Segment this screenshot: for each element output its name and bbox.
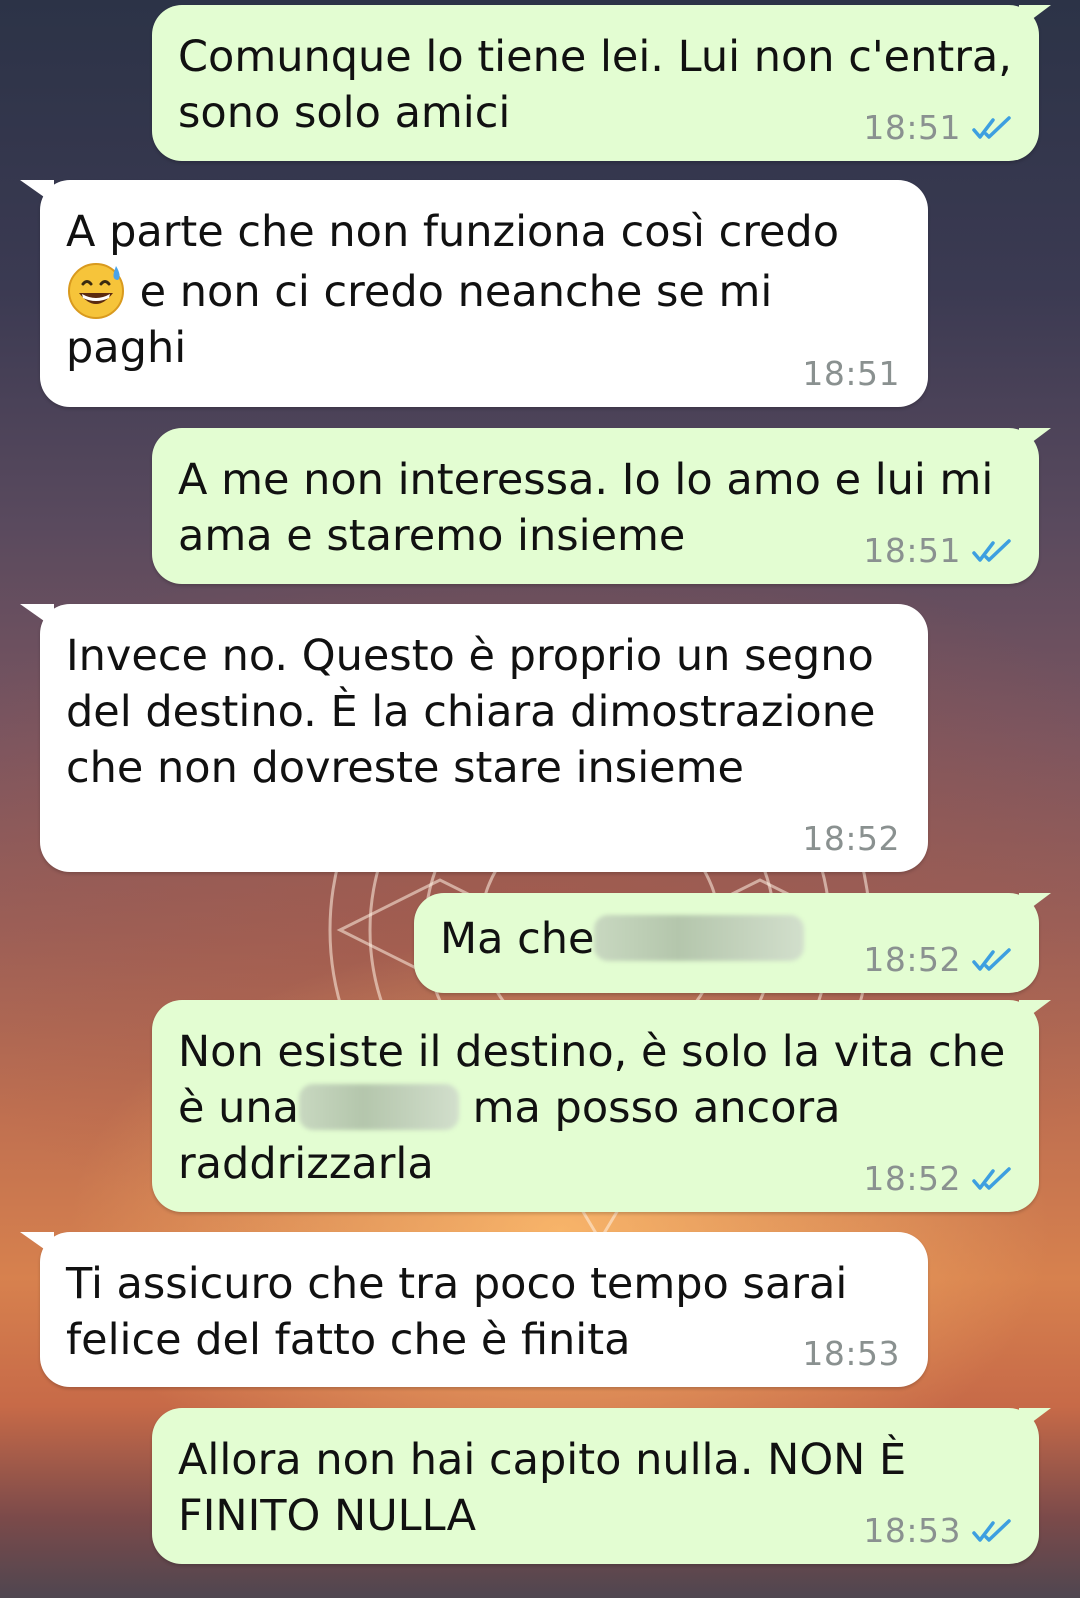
double-check-icon [972, 115, 1011, 139]
double-check-icon [972, 538, 1011, 562]
message-meta: 18:52 [802, 819, 900, 858]
message-time: 18:52 [863, 1159, 961, 1198]
outgoing-message[interactable]: Allora non hai capito nulla. NON È FINIT… [152, 1408, 1051, 1564]
message-meta: 18:52 [863, 940, 1017, 979]
outgoing-message[interactable]: Comunque lo tiene lei. Lui non c'entra, … [152, 5, 1051, 161]
double-check-icon [972, 1166, 1011, 1190]
chat-area[interactable]: Comunque lo tiene lei. Lui non c'entra, … [0, 0, 1080, 1598]
message-time: 18:53 [863, 1511, 961, 1550]
message-text: Invece no. Questo è proprio un segno del… [66, 631, 890, 793]
incoming-message[interactable]: Ti assicuro che tra poco tempo sarai fel… [20, 1232, 928, 1387]
outgoing-message[interactable]: A me non interessa. Io lo amo e lui mi a… [152, 428, 1051, 584]
grinning-face-with-sweat-icon [68, 263, 124, 319]
message-meta: 18:51 [863, 108, 1017, 147]
message-time: 18:51 [863, 108, 961, 147]
redacted-text-blur [298, 1084, 459, 1130]
incoming-message[interactable]: A parte che non funziona così credo e no… [20, 180, 928, 407]
message-text: A parte che non funziona così credo e no… [66, 204, 902, 376]
message-time: 18:51 [863, 531, 961, 570]
outgoing-message[interactable]: Non esiste il destino, è solo la vita ch… [152, 1000, 1051, 1212]
message-time: 18:53 [802, 1334, 900, 1373]
redacted-text-blur [594, 915, 805, 961]
incoming-message[interactable]: Invece no. Questo è proprio un segno del… [20, 604, 928, 872]
message-time: 18:51 [802, 354, 900, 393]
message-meta: 18:52 [863, 1159, 1017, 1198]
double-check-icon [972, 947, 1011, 971]
message-meta: 18:51 [863, 531, 1017, 570]
outgoing-message[interactable]: Ma che 18:52 [414, 893, 1051, 993]
message-text-part: Ma che [440, 914, 595, 964]
message-text: Ti assicuro che tra poco tempo sarai fel… [66, 1259, 861, 1365]
message-text-part: e non ci credo neanche se mi paghi [66, 267, 786, 373]
message-meta: 18:53 [863, 1511, 1017, 1550]
message-time: 18:52 [863, 940, 961, 979]
message-time: 18:52 [802, 819, 900, 858]
message-meta: 18:53 [802, 1334, 900, 1373]
message-text-part: A parte che non funziona così credo [66, 207, 840, 257]
double-check-icon [972, 1518, 1011, 1542]
message-meta: 18:51 [802, 354, 900, 393]
